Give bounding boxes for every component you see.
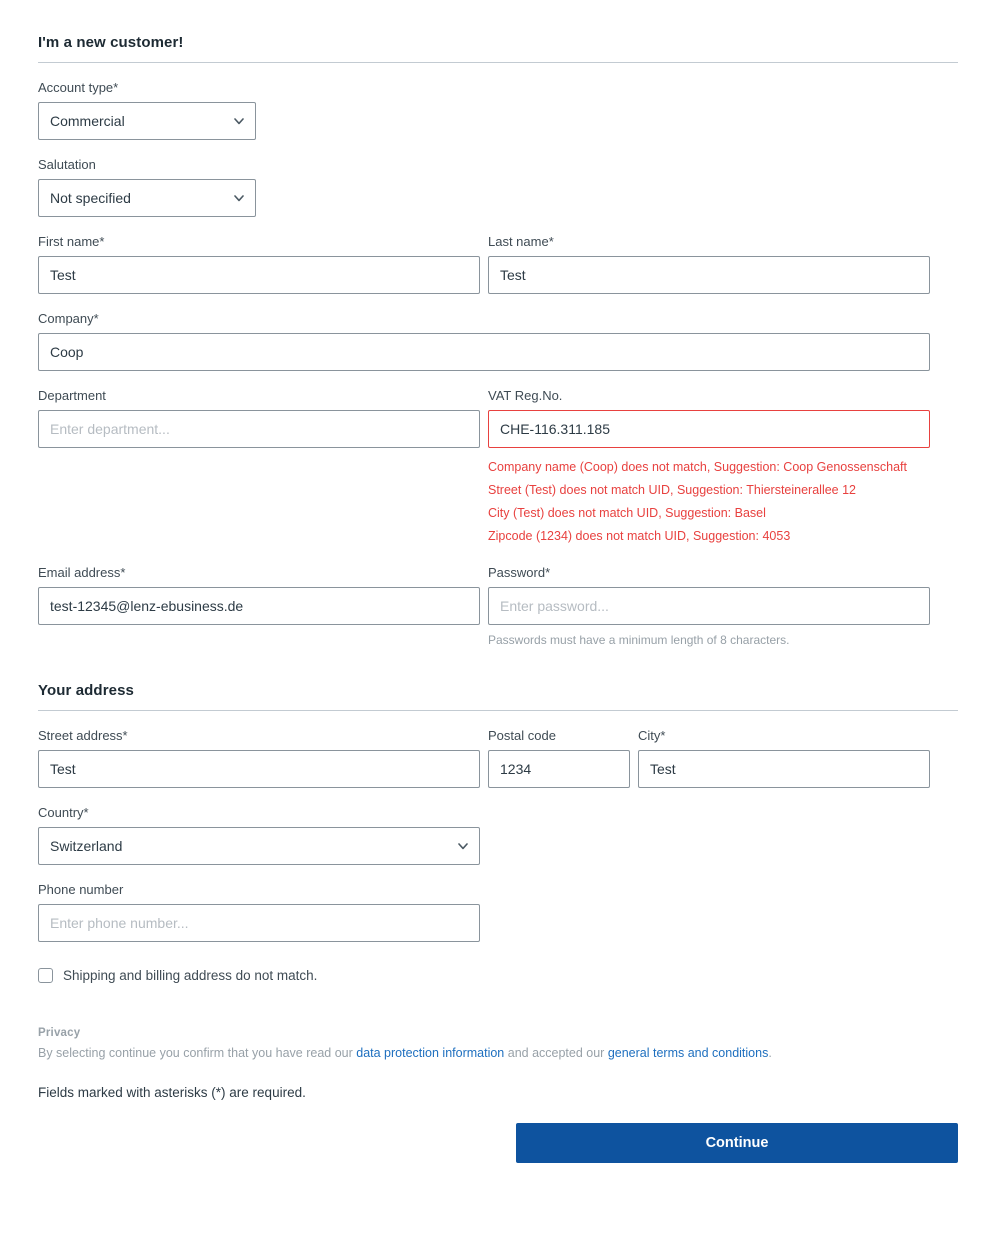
name-row: First name* Last name* xyxy=(38,217,958,294)
email-field: Email address* xyxy=(38,565,480,648)
registration-form-page: I'm a new customer! Account type* Commer… xyxy=(0,0,996,1185)
shipping-address-checkbox[interactable] xyxy=(38,968,53,983)
privacy-title: Privacy xyxy=(38,1027,81,1039)
first-name-label: First name* xyxy=(38,234,105,249)
required-fields-note: Fields marked with asterisks (*) are req… xyxy=(38,1085,306,1100)
last-name-field: Last name* xyxy=(488,234,930,294)
privacy-text: By selecting continue you confirm that y… xyxy=(38,1044,958,1062)
privacy-text-before: By selecting continue you confirm that y… xyxy=(38,1046,357,1060)
account-type-label: Account type* xyxy=(38,80,119,95)
department-vat-row: Department VAT Reg.No. Company name (Coo… xyxy=(38,371,958,548)
country-label: Country* xyxy=(38,805,89,820)
postal-code-label: Postal code xyxy=(488,728,556,743)
password-hint: Passwords must have a minimum length of … xyxy=(488,633,790,647)
address-section-title: Your address xyxy=(38,682,134,699)
phone-field: Phone number xyxy=(38,882,480,942)
country-field: Country* Switzerland xyxy=(38,805,480,865)
postal-code-input[interactable] xyxy=(488,750,630,788)
vat-error-list: Company name (Coop) does not match, Sugg… xyxy=(488,456,930,548)
city-label: City* xyxy=(638,728,666,743)
salutation-select-wrap: Not specified xyxy=(38,179,256,217)
salutation-label: Salutation xyxy=(38,157,96,172)
first-name-input[interactable] xyxy=(38,256,480,294)
country-select-wrap: Switzerland xyxy=(38,827,480,865)
postal-code-field: Postal code xyxy=(488,728,630,788)
actions-row: Continue xyxy=(38,1123,958,1185)
country-select[interactable]: Switzerland xyxy=(38,827,480,865)
vat-input[interactable] xyxy=(488,410,930,448)
terms-and-conditions-link[interactable]: general terms and conditions xyxy=(608,1046,769,1060)
company-input[interactable] xyxy=(38,333,930,371)
shipping-address-checkbox-row[interactable]: Shipping and billing address do not matc… xyxy=(38,968,958,983)
vat-label: VAT Reg.No. xyxy=(488,388,563,403)
phone-input[interactable] xyxy=(38,904,480,942)
vat-error-message: Zipcode (1234) does not match UID, Sugge… xyxy=(488,529,791,543)
account-type-field: Account type* Commercial xyxy=(38,80,256,140)
email-input[interactable] xyxy=(38,587,480,625)
account-type-select[interactable]: Commercial xyxy=(38,102,256,140)
title-divider xyxy=(38,62,958,63)
last-name-input[interactable] xyxy=(488,256,930,294)
email-password-row: Email address* Password* Passwords must … xyxy=(38,548,958,648)
phone-label: Phone number xyxy=(38,882,124,897)
data-protection-link[interactable]: data protection information xyxy=(356,1046,504,1060)
address-row: Street address* Postal code City* xyxy=(38,711,958,788)
vat-error-message: City (Test) does not match UID, Suggesti… xyxy=(488,506,766,520)
account-type-select-wrap: Commercial xyxy=(38,102,256,140)
password-input[interactable] xyxy=(488,587,930,625)
street-label: Street address* xyxy=(38,728,128,743)
city-input[interactable] xyxy=(638,750,930,788)
department-input[interactable] xyxy=(38,410,480,448)
first-name-field: First name* xyxy=(38,234,480,294)
salutation-field: Salutation Not specified xyxy=(38,157,256,217)
privacy-text-middle: and accepted our xyxy=(504,1046,608,1060)
company-field: Company* xyxy=(38,311,930,371)
page-title: I'm a new customer! xyxy=(38,34,184,51)
password-field: Password* Passwords must have a minimum … xyxy=(488,565,930,648)
department-label: Department xyxy=(38,388,106,403)
street-input[interactable] xyxy=(38,750,480,788)
shipping-address-checkbox-label: Shipping and billing address do not matc… xyxy=(63,968,318,983)
street-field: Street address* xyxy=(38,728,480,788)
last-name-label: Last name* xyxy=(488,234,554,249)
company-label: Company* xyxy=(38,311,99,326)
privacy-block: Privacy By selecting continue you confir… xyxy=(38,1027,958,1100)
email-label: Email address* xyxy=(38,565,126,580)
salutation-select[interactable]: Not specified xyxy=(38,179,256,217)
continue-button[interactable]: Continue xyxy=(516,1123,958,1163)
password-label: Password* xyxy=(488,565,551,580)
vat-field: VAT Reg.No. Company name (Coop) does not… xyxy=(488,388,930,548)
city-field: City* xyxy=(638,728,930,788)
department-field: Department xyxy=(38,388,480,548)
vat-error-message: Company name (Coop) does not match, Sugg… xyxy=(488,460,907,474)
vat-error-message: Street (Test) does not match UID, Sugges… xyxy=(488,483,857,497)
privacy-text-after: . xyxy=(768,1046,772,1060)
